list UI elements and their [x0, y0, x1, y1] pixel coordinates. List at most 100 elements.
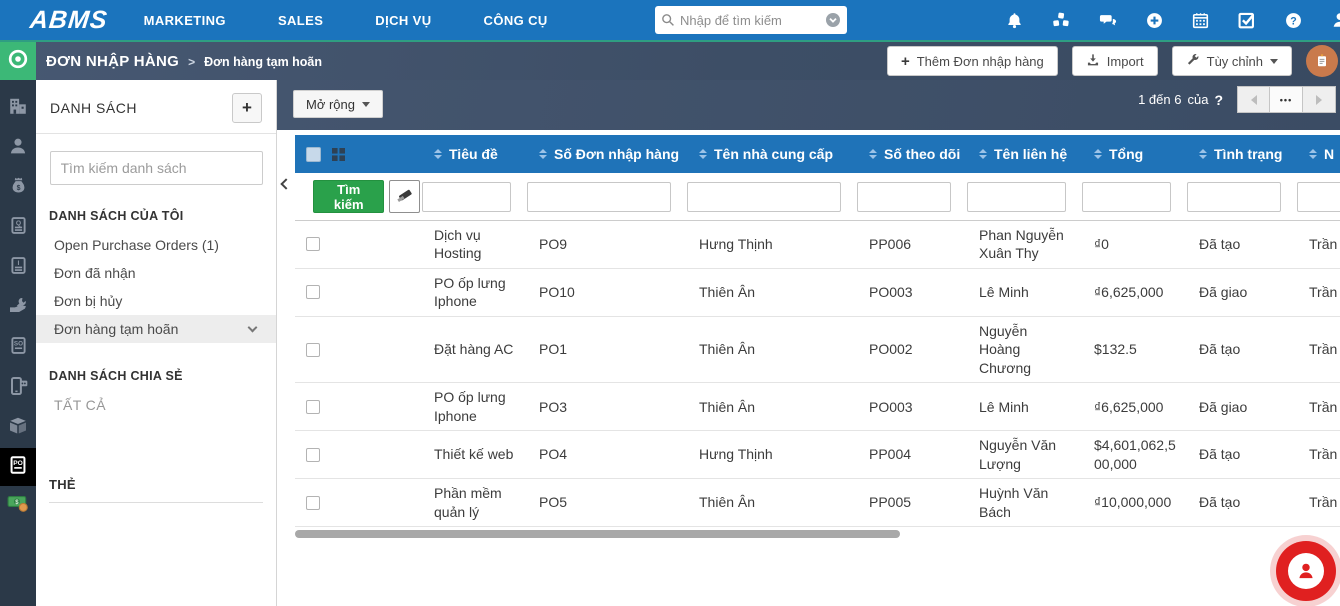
global-search-input[interactable]	[680, 12, 825, 28]
global-search[interactable]	[655, 6, 847, 34]
menu-item[interactable]: CÔNG CỤ	[484, 13, 548, 28]
cell-title: Dịch vụ Hosting	[434, 227, 482, 262]
customize-button[interactable]: Tùy chỉnh	[1171, 46, 1292, 76]
cubes-icon[interactable]	[1052, 12, 1070, 28]
chevron-right-icon	[1315, 94, 1327, 105]
cell-contact: Nguyễn Văn Lượng	[979, 437, 1057, 472]
tasks-check-icon[interactable]	[1238, 11, 1256, 29]
prev-page-button[interactable]	[1237, 86, 1270, 113]
grid-view-icon[interactable]	[332, 147, 345, 161]
list-item[interactable]: TẤT CẢ	[36, 391, 276, 419]
sort-icon[interactable]	[1199, 149, 1207, 159]
filter-input-status[interactable]	[1187, 181, 1281, 212]
collapse-panel-button[interactable]	[280, 178, 292, 190]
column-header[interactable]: Số Đơn nhập hàng	[525, 146, 685, 162]
clear-filters-button[interactable]	[389, 180, 420, 213]
cash-icon: $	[7, 494, 29, 518]
sidebar-item-products[interactable]	[0, 408, 36, 448]
expand-button[interactable]: Mở rộng	[293, 90, 383, 118]
cell-supplier: Hưng Thịnh	[699, 236, 773, 253]
list-item[interactable]: Đơn bị hủy	[36, 287, 276, 315]
sidebar-item-cash[interactable]: $	[0, 486, 36, 526]
table-row[interactable]: PO ốp lưng Iphone PO10 Thiên Ân PO003 Lê…	[295, 268, 1340, 317]
chat-icon[interactable]	[1099, 13, 1117, 28]
row-checkbox[interactable]	[306, 285, 320, 300]
sidebar-item-sales-orders[interactable]: SO	[0, 328, 36, 368]
list-item[interactable]: Đơn đã nhận	[36, 259, 276, 287]
add-list-button[interactable]: +	[232, 93, 262, 123]
column-header[interactable]: Tiêu đề	[420, 146, 525, 162]
menu-item[interactable]: SALES	[278, 13, 323, 28]
user-icon[interactable]	[1331, 11, 1340, 29]
cell-status: Đã tạo	[1199, 341, 1241, 358]
sort-icon[interactable]	[699, 149, 707, 159]
sort-icon[interactable]	[539, 149, 547, 159]
breadcrumb: ĐƠN NHẬP HÀNG > Đơn hàng tạm hoãn	[46, 53, 322, 70]
table-row[interactable]: Dịch vụ Hosting PO9 Hưng Thịnh PP006 Pha…	[295, 221, 1340, 269]
cell-supplier: Thiên Ân	[699, 398, 756, 415]
filter-input-tracking[interactable]	[857, 181, 951, 212]
sidebar-item-mobile[interactable]	[0, 368, 36, 408]
sidebar-item-quotes[interactable]: Q	[0, 208, 36, 248]
menu-item[interactable]: DỊCH VỤ	[375, 13, 431, 28]
filter-input-contact[interactable]	[967, 181, 1066, 212]
sidebar-item-deals[interactable]: $	[0, 168, 36, 208]
cell-title: Thiết kế web	[434, 446, 514, 463]
filter-input-supplier[interactable]	[687, 181, 841, 212]
table-row[interactable]: PO ốp lưng Iphone PO3 Thiên Ân PO003 Lê …	[295, 383, 1340, 432]
horizontal-scrollbar[interactable]	[295, 530, 900, 539]
sort-icon[interactable]	[1309, 149, 1317, 159]
sidebar-item-company[interactable]	[0, 88, 36, 128]
table-row[interactable]: Đặt hàng AC PO1 Thiên Ân PO002 Nguyễn Ho…	[295, 316, 1340, 384]
sidebar-item-services[interactable]	[0, 288, 36, 328]
list-item[interactable]: Open Purchase Orders (1)	[36, 231, 276, 259]
import-button[interactable]: Import	[1071, 46, 1158, 76]
column-header[interactable]: Tên nhà cung cấp	[685, 146, 855, 162]
page-menu-button[interactable]: •••	[1270, 86, 1303, 113]
sidebar-item-purchase-orders[interactable]: PO	[0, 448, 36, 486]
help-icon[interactable]: ?	[1285, 12, 1302, 29]
table-row[interactable]: Phần mềm quản lý PO5 Thiên Ân PP005 Huỳn…	[295, 479, 1340, 528]
sort-icon[interactable]	[434, 149, 442, 159]
cell-title: Phần mềm quản lý	[434, 485, 502, 520]
app-logo[interactable]: ABMS	[28, 6, 110, 35]
sidebar-item-contacts[interactable]	[0, 128, 36, 168]
table-row[interactable]: Thiết kế web PO4 Hưng Thịnh PP004 Nguyễn…	[295, 431, 1340, 480]
column-header[interactable]: Tình trạng	[1185, 146, 1295, 162]
column-header[interactable]: N	[1295, 146, 1340, 162]
sort-icon[interactable]	[979, 149, 987, 159]
next-page-button[interactable]	[1303, 86, 1336, 113]
filter-input-total[interactable]	[1082, 181, 1171, 212]
sidebar-item-invoices[interactable]: I	[0, 248, 36, 288]
select-all-checkbox[interactable]	[306, 146, 321, 162]
sort-icon[interactable]	[869, 149, 877, 159]
filter-input-creator[interactable]	[1297, 181, 1340, 212]
row-checkbox[interactable]	[306, 399, 320, 414]
package-icon	[8, 416, 28, 441]
list-panel-title: DANH SÁCH	[50, 100, 137, 116]
row-checkbox[interactable]	[306, 495, 320, 510]
row-checkbox[interactable]	[306, 237, 320, 252]
filter-input-title[interactable]	[422, 181, 511, 212]
list-item[interactable]: Đơn hàng tạm hoãn	[36, 315, 276, 343]
search-scope-chevron-icon[interactable]	[825, 12, 841, 28]
module-tile[interactable]	[0, 42, 36, 80]
sort-icon[interactable]	[1094, 149, 1102, 159]
bell-icon[interactable]	[1006, 12, 1023, 29]
table-search-button[interactable]: Tìm kiếm	[313, 180, 385, 213]
calendar-icon[interactable]	[1192, 12, 1209, 29]
row-checkbox[interactable]	[306, 342, 320, 357]
notes-badge-icon[interactable]	[1306, 45, 1338, 77]
column-header[interactable]: Tên liên hệ	[965, 146, 1080, 162]
column-header[interactable]: Tổng	[1080, 146, 1185, 162]
row-checkbox[interactable]	[306, 447, 320, 462]
add-purchase-order-button[interactable]: + Thêm Đơn nhập hàng	[886, 46, 1058, 76]
plus-circle-icon[interactable]	[1146, 12, 1163, 29]
list-search-input[interactable]	[49, 151, 263, 185]
purchase-order-doc-icon: PO	[8, 455, 28, 480]
filter-input-po-number[interactable]	[527, 181, 671, 212]
cell-creator: Trần	[1309, 446, 1338, 463]
support-widget-button[interactable]	[1276, 541, 1336, 601]
menu-item[interactable]: MARKETING	[144, 13, 226, 28]
column-header[interactable]: Số theo dõi	[855, 146, 965, 162]
